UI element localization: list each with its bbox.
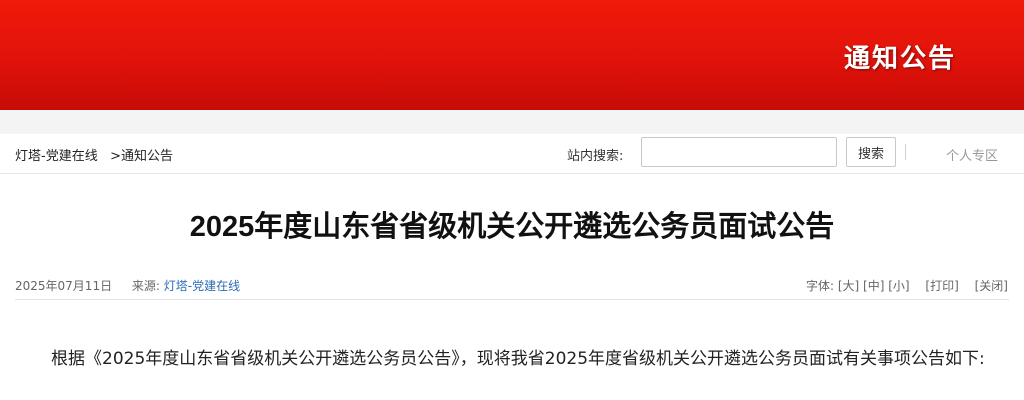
publish-date: 2025年07月11日 — [15, 279, 113, 293]
meta-divider — [15, 299, 1009, 300]
breadcrumb: 灯塔-党建在线 >通知公告 — [15, 145, 173, 164]
print-button[interactable]: [打印] — [925, 279, 958, 293]
nav-bar: 灯塔-党建在线 >通知公告 站内搜索: 搜索 个人专区 — [0, 134, 1024, 174]
font-large-button[interactable]: [大] — [838, 279, 859, 293]
article-tools: 字体: [大] [中] [小] [打印] [关闭] — [806, 277, 1008, 294]
search-input[interactable] — [641, 137, 837, 167]
header-banner: 通知公告 — [0, 0, 1024, 110]
breadcrumb-current-link[interactable]: >通知公告 — [110, 149, 173, 164]
article-body-paragraph: 根据《2025年度山东省省级机关公开遴选公务员公告》，现将我省2025年度省级机… — [51, 349, 985, 369]
source-link[interactable]: 灯塔-党建在线 — [164, 279, 240, 293]
breadcrumb-spacer — [102, 149, 106, 164]
font-medium-button[interactable]: [中] — [863, 279, 884, 293]
banner-title: 通知公告 — [843, 44, 956, 74]
banner-gap — [0, 110, 1024, 134]
search-button[interactable]: 搜索 — [846, 137, 896, 167]
nav-divider — [905, 144, 906, 160]
close-button[interactable]: [关闭] — [975, 279, 1008, 293]
search-label: 站内搜索: — [567, 149, 624, 164]
breadcrumb-home-link[interactable]: 灯塔-党建在线 — [15, 149, 98, 164]
font-small-button[interactable]: [小] — [888, 279, 909, 293]
personal-area-link[interactable]: 个人专区 — [946, 145, 998, 164]
source-label: 来源: — [131, 279, 160, 293]
article-title: 2025年度山东省省级机关公开遴选公务员面试公告 — [189, 211, 835, 243]
article-meta: 2025年07月11日 来源: 灯塔-党建在线 — [15, 277, 240, 294]
font-size-label: 字体: — [805, 279, 834, 293]
